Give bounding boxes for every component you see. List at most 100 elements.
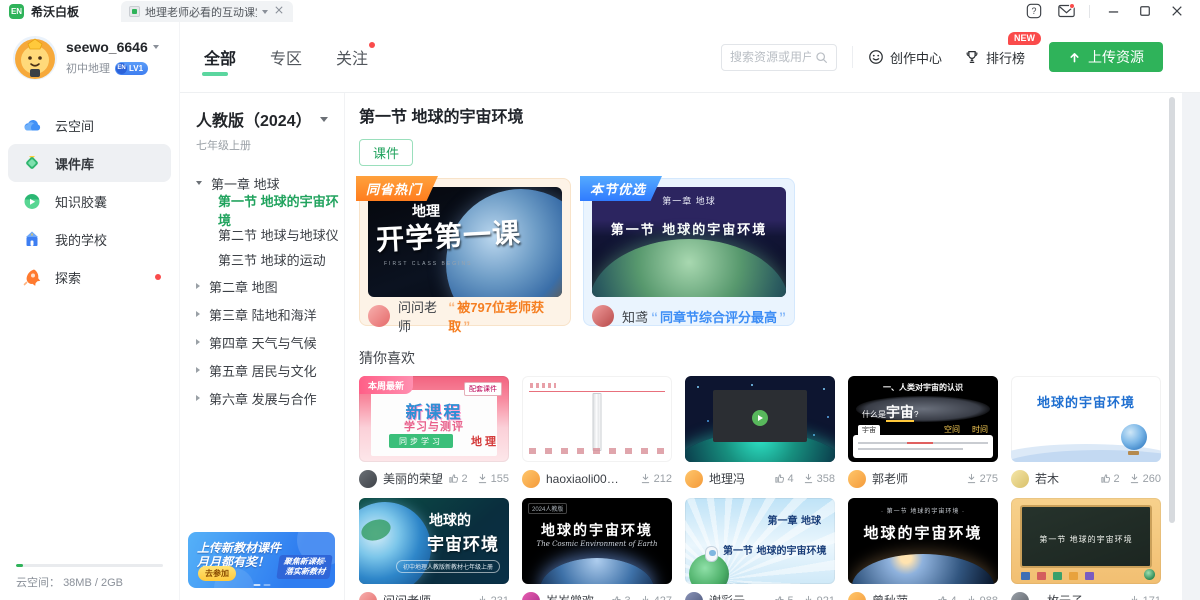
- tree-chapter-6[interactable]: 第六章 发展与合作: [196, 384, 344, 412]
- tree-chapter-4[interactable]: 第四章 天气与气候: [196, 328, 344, 356]
- upload-resource-button[interactable]: 上传资源: [1049, 42, 1163, 72]
- minimize-button[interactable]: [1104, 2, 1122, 20]
- like-count[interactable]: 2: [1100, 473, 1120, 485]
- courseware-filter-tag[interactable]: 课件: [359, 139, 413, 166]
- thumb-text: 第一节 地球的宇宙环境: [592, 219, 786, 238]
- school-icon: [22, 229, 42, 249]
- download-count[interactable]: 260: [1129, 473, 1161, 485]
- resource-card[interactable]: · 第一节 地球的宇宙环境 · 地球的宇宙环境 曾秋萍 4 988: [848, 498, 998, 600]
- level-badge: EN LV1: [115, 62, 148, 75]
- creation-center-button[interactable]: 创作中心: [868, 48, 942, 67]
- author-avatar: [359, 470, 377, 488]
- banner-join-button[interactable]: 去参加: [198, 566, 236, 581]
- download-count[interactable]: 921: [803, 595, 835, 600]
- close-button[interactable]: [1168, 2, 1186, 20]
- divider: [852, 46, 853, 68]
- download-count[interactable]: 171: [1129, 595, 1161, 600]
- download-value: 231: [491, 595, 509, 600]
- search-input[interactable]: [730, 50, 811, 64]
- sidebar-item-knowledge-capsule[interactable]: 知识胶囊: [0, 182, 179, 220]
- tab-close-icon[interactable]: [273, 4, 285, 19]
- thumb-text: 配套课件: [464, 382, 502, 396]
- thumb-graphic: [593, 393, 602, 451]
- download-count[interactable]: 427: [640, 595, 672, 600]
- like-count[interactable]: 4: [937, 595, 957, 600]
- tree-section-1-3[interactable]: 第三节 地球的运动: [196, 247, 344, 272]
- promo-banner[interactable]: 上传新教材课件 月月都有奖！ 去参加 聚焦新课标· 落实新教材: [188, 532, 335, 588]
- edition-selector[interactable]: 人教版（2024）: [196, 107, 344, 131]
- hot-ribbon: 同省热门: [356, 176, 438, 201]
- thumb-text: 宇宙: [858, 425, 880, 435]
- download-icon: [477, 595, 488, 600]
- download-count[interactable]: 988: [966, 595, 998, 600]
- caret-right-icon: [196, 339, 200, 345]
- chevron-down-icon[interactable]: [153, 45, 159, 49]
- like-value: 4: [788, 473, 794, 485]
- chevron-down-icon[interactable]: [262, 10, 268, 14]
- resource-card[interactable]: 地球的宇宙环境 若木 2 260: [1011, 376, 1161, 488]
- thumb-graphic: [1021, 571, 1151, 580]
- maximize-button[interactable]: [1136, 2, 1154, 20]
- tree-chapter-5[interactable]: 第五章 居民与文化: [196, 356, 344, 384]
- featured-thumbnail: 第一章 地球 第一节 地球的宇宙环境: [592, 187, 786, 297]
- mail-button[interactable]: [1057, 2, 1075, 20]
- resource-card[interactable]: 本周最新 配套课件 新课程 学习与测评 同步学习 地 理 美丽的荣望 2: [359, 376, 509, 488]
- ranking-button[interactable]: 排行榜 NEW: [964, 48, 1025, 67]
- tab-zones[interactable]: 专区: [270, 45, 302, 69]
- document-tab[interactable]: 地理老师必看的互动课堂小...: [121, 1, 293, 22]
- card-thumbnail: 一、人类对宇宙的认识 什么是宇宙? 空间 时间 宇宙: [848, 376, 998, 462]
- search-box[interactable]: [721, 44, 837, 71]
- resource-card[interactable]: 地球的 宇宙环境 初中地理人教版新教材七年级上册 问问老师 231: [359, 498, 509, 600]
- title-bar: EN 希沃白板 地理老师必看的互动课堂小... ?: [0, 0, 1200, 22]
- like-count[interactable]: 3: [611, 595, 631, 600]
- resource-card[interactable]: 第一节 地球的宇宙环境 一枚云子 171: [1011, 498, 1161, 600]
- card-thumbnail: 本周最新 配套课件 新课程 学习与测评 同步学习 地 理: [359, 376, 509, 462]
- resource-card[interactable]: 地理冯 4 358: [685, 376, 835, 488]
- resource-card[interactable]: 2024人教版 地球的宇宙环境 The Cosmic Environment o…: [522, 498, 672, 600]
- app-title: 希沃白板: [31, 3, 79, 20]
- sidebar-item-my-school[interactable]: 我的学校: [0, 220, 179, 258]
- thumb-graphic: [858, 442, 988, 444]
- scrollbar-thumb[interactable]: [1169, 97, 1175, 523]
- featured-card-hot[interactable]: 同省热门 地理 开学第一课 FIRST CLASS BEGINS 问问老师 被7…: [359, 178, 571, 326]
- like-count[interactable]: 5: [774, 595, 794, 600]
- download-count[interactable]: 275: [966, 473, 998, 485]
- featured-card-pick[interactable]: 本节优选 第一章 地球 第一节 地球的宇宙环境 知鸢 同章节综合评分最高: [583, 178, 795, 326]
- featured-quote: 被797位老师获取: [448, 297, 562, 335]
- thumb-text: 空间: [944, 424, 960, 435]
- user-profile[interactable]: seewo_6646 初中地理 EN LV1: [0, 22, 179, 80]
- recommendations-grid: 本周最新 配套课件 新课程 学习与测评 同步学习 地 理 美丽的荣望 2: [359, 376, 1161, 600]
- tree-label: 第五章 居民与文化: [209, 361, 317, 380]
- tree-section-1-2[interactable]: 第二节 地球与地球仪: [196, 222, 344, 247]
- thumb-text: 学习与测评: [359, 418, 509, 434]
- like-value: 4: [951, 595, 957, 600]
- resource-card[interactable]: 第一章 地球 第一节 地球的宇宙环境 谢彩云 5 921: [685, 498, 835, 600]
- upload-icon: [1068, 51, 1081, 64]
- user-avatar[interactable]: [13, 36, 57, 80]
- tree-chapter-2[interactable]: 第二章 地图: [196, 272, 344, 300]
- tree-chapter-3[interactable]: 第三章 陆地和海洋: [196, 300, 344, 328]
- download-count[interactable]: 212: [640, 473, 672, 485]
- tab-following[interactable]: 关注: [336, 45, 368, 69]
- capsule-icon: [22, 191, 42, 211]
- like-count[interactable]: 2: [448, 473, 468, 485]
- download-count[interactable]: 358: [803, 473, 835, 485]
- sidebar-item-courseware-library[interactable]: 课件库: [8, 144, 171, 182]
- card-thumbnail: 第一章 地球 第一节 地球的宇宙环境: [685, 498, 835, 584]
- tab-all[interactable]: 全部: [204, 45, 236, 69]
- like-count[interactable]: 4: [774, 473, 794, 485]
- earth-graphic: [852, 554, 994, 584]
- tree-section-1-1[interactable]: 第一节 地球的宇宙环境: [196, 197, 344, 222]
- thumb-text: 第一节 地球的宇宙环境: [723, 542, 826, 557]
- sidebar-item-cloud-space[interactable]: 云空间: [0, 106, 179, 144]
- download-count[interactable]: 155: [477, 473, 509, 485]
- resource-card[interactable]: 一、人类对宇宙的认识 什么是宇宙? 空间 时间 宇宙 郭老: [848, 376, 998, 488]
- help-button[interactable]: ?: [1025, 2, 1043, 20]
- thumb-text: 2024人教版: [528, 503, 567, 514]
- download-count[interactable]: 231: [477, 595, 509, 600]
- sidebar-item-label: 云空间: [55, 116, 94, 135]
- sidebar-item-explore[interactable]: 探索: [0, 258, 179, 296]
- thumb-text: · 第一节 地球的宇宙环境 ·: [848, 506, 998, 515]
- caret-right-icon: [196, 283, 200, 289]
- resource-card[interactable]: haoxiaoli0001 212: [522, 376, 672, 488]
